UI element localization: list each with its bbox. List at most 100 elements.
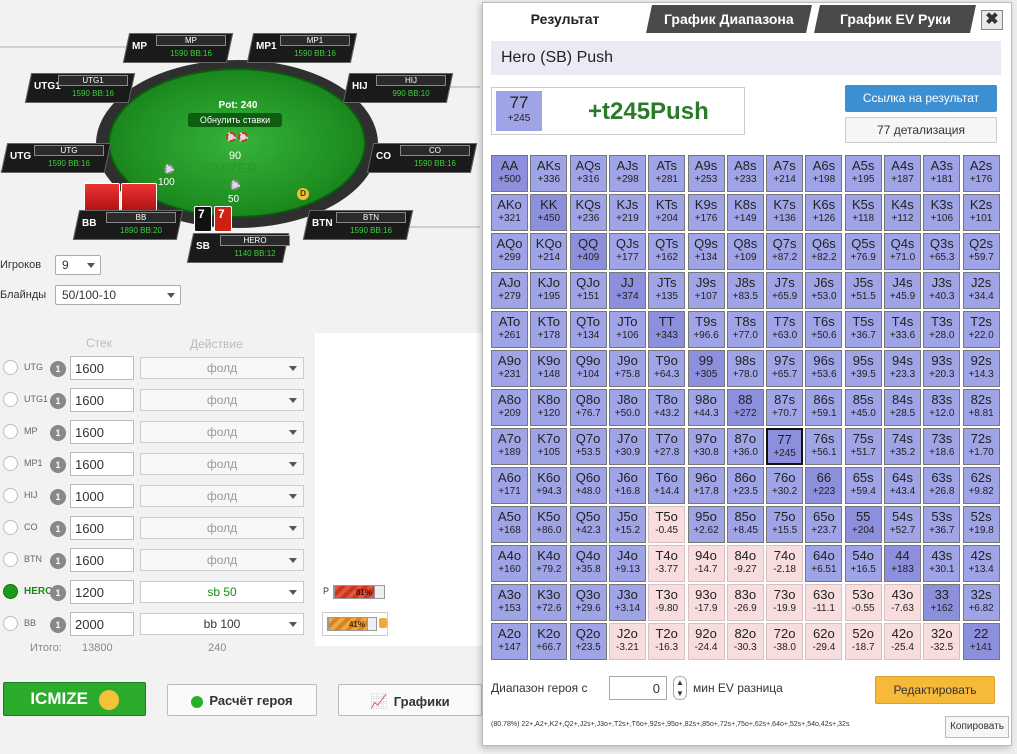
range-cell[interactable]: J8o +50.0 — [608, 389, 646, 426]
range-cell[interactable]: J7s +65.9 — [766, 272, 804, 309]
range-cell[interactable]: 93s +20.3 — [923, 350, 961, 387]
range-cell[interactable]: TT +343 — [648, 311, 686, 348]
range-cell[interactable]: 64s +43.4 — [884, 467, 921, 504]
range-cell[interactable]: K7s +136 — [766, 194, 804, 231]
range-cell[interactable]: T9s +96.6 — [687, 311, 725, 348]
range-cell[interactable]: J4o +9.13 — [608, 545, 646, 582]
range-cell[interactable]: J4s +45.9 — [884, 272, 921, 309]
range-cell[interactable]: 53o -0.55 — [844, 584, 882, 621]
seat-count-badge[interactable]: 1 — [50, 617, 66, 633]
range-cell[interactable]: A4o +160 — [491, 545, 528, 582]
seat-count-badge[interactable]: 1 — [50, 361, 66, 377]
range-cell[interactable]: A3s +181 — [923, 155, 961, 192]
range-cell[interactable]: K8s +149 — [726, 194, 764, 231]
range-cell[interactable]: Q9o +104 — [569, 350, 607, 387]
icmize-button[interactable]: ICMIZE — [3, 682, 146, 716]
range-cell[interactable]: A9o +231 — [491, 350, 528, 387]
range-cell[interactable]: AA +500 — [491, 155, 528, 192]
range-cell[interactable]: 73s +18.6 — [923, 428, 961, 465]
range-cell[interactable]: T5s +36.7 — [844, 311, 882, 348]
range-cell[interactable]: T4s +33.6 — [884, 311, 921, 348]
range-cell[interactable]: AQo +299 — [491, 233, 528, 270]
hero-radio[interactable] — [3, 584, 18, 599]
players-select[interactable]: 9 — [55, 255, 101, 275]
range-cell[interactable]: AQs +316 — [569, 155, 607, 192]
stack-input[interactable]: 1600 — [70, 516, 134, 540]
stack-input[interactable]: 1600 — [70, 452, 134, 476]
range-cell[interactable]: 85s +45.0 — [844, 389, 882, 426]
seat-hero[interactable]: SB HERO 1140 BB:12 — [186, 233, 290, 263]
range-cell[interactable]: Q9s +134 — [687, 233, 725, 270]
range-cell[interactable]: 74s +35.2 — [884, 428, 921, 465]
range-cell[interactable]: 77 +245 — [766, 428, 804, 465]
range-cell[interactable]: 43s +30.1 — [923, 545, 961, 582]
range-cell[interactable]: K7o +105 — [530, 428, 568, 465]
range-cell[interactable]: J5s +51.5 — [844, 272, 882, 309]
hero-radio[interactable] — [3, 520, 18, 535]
range-cell[interactable]: JTo +106 — [608, 311, 646, 348]
range-cell[interactable]: T7o +27.8 — [648, 428, 686, 465]
range-cell[interactable]: 64o +6.51 — [805, 545, 843, 582]
range-cell[interactable]: 53s +36.7 — [923, 506, 961, 543]
seat-co[interactable]: CO CO 1590 BB:16 — [366, 143, 478, 173]
action-select[interactable]: фолд — [140, 421, 304, 443]
stack-input[interactable]: 2000 — [70, 612, 134, 636]
range-cell[interactable]: 33 +162 — [923, 584, 961, 621]
range-cell[interactable]: 62s +9.82 — [962, 467, 1000, 504]
range-cell[interactable]: A4s +187 — [884, 155, 921, 192]
tab-range-graph[interactable]: График Диапазона — [646, 5, 812, 33]
range-cell[interactable]: K5o +86.0 — [530, 506, 568, 543]
range-cell[interactable]: 96o +17.8 — [687, 467, 725, 504]
range-cell[interactable]: 43o -7.63 — [884, 584, 921, 621]
seat-mp1[interactable]: MP1 MP1 1590 BB:16 — [246, 33, 358, 63]
range-cell[interactable]: A5s +195 — [844, 155, 882, 192]
range-cell[interactable]: T6o +14.4 — [648, 467, 686, 504]
range-cell[interactable]: QTs +162 — [648, 233, 686, 270]
range-cell[interactable]: 97s +65.7 — [766, 350, 804, 387]
seat-mp[interactable]: MP MP 1590 BB:16 — [122, 33, 234, 63]
range-cell[interactable]: 44 +183 — [884, 545, 921, 582]
range-cell[interactable]: 95o +2.62 — [687, 506, 725, 543]
seat-count-badge[interactable]: 1 — [50, 425, 66, 441]
range-cell[interactable]: Q5s +76.9 — [844, 233, 882, 270]
range-stepper[interactable]: ▲ ▼ — [673, 676, 687, 700]
range-cell[interactable]: J9s +107 — [687, 272, 725, 309]
seat-btn[interactable]: BTN BTN 1590 BB:16 — [302, 210, 414, 240]
range-cell[interactable]: Q3o +29.6 — [569, 584, 607, 621]
seat-count-badge[interactable]: 1 — [50, 393, 66, 409]
range-cell[interactable]: K9o +148 — [530, 350, 568, 387]
range-cell[interactable]: T7s +63.0 — [766, 311, 804, 348]
range-cell[interactable]: QJs +177 — [608, 233, 646, 270]
range-cell[interactable]: T3s +28.0 — [923, 311, 961, 348]
hero-radio[interactable] — [3, 392, 18, 407]
range-cell[interactable]: 82s +8.81 — [962, 389, 1000, 426]
range-cell[interactable]: AKs +336 — [530, 155, 568, 192]
range-cell[interactable]: 32o -32.5 — [923, 623, 961, 660]
range-cell[interactable]: 98s +78.0 — [726, 350, 764, 387]
range-cell[interactable]: 82o -30.3 — [726, 623, 764, 660]
range-cell[interactable]: Q4s +71.0 — [884, 233, 921, 270]
range-cell[interactable]: A6s +198 — [805, 155, 843, 192]
range-cell[interactable]: J3o +3.14 — [608, 584, 646, 621]
range-cell[interactable]: ATo +261 — [491, 311, 528, 348]
range-cell[interactable]: T5o -0.45 — [648, 506, 686, 543]
range-cell[interactable]: 73o -19.9 — [766, 584, 804, 621]
range-cell[interactable]: 94o -14.7 — [687, 545, 725, 582]
range-cell[interactable]: J6o +16.8 — [608, 467, 646, 504]
range-cell[interactable]: 75s +51.7 — [844, 428, 882, 465]
action-select[interactable]: фолд — [140, 549, 304, 571]
range-cell[interactable]: KJo +195 — [530, 272, 568, 309]
range-cell[interactable]: T2s +22.0 — [962, 311, 1000, 348]
range-cell[interactable]: K2o +66.7 — [530, 623, 568, 660]
range-cell[interactable]: 84o -9.27 — [726, 545, 764, 582]
range-cell[interactable]: 97o +30.8 — [687, 428, 725, 465]
range-cell[interactable]: 72s +1.70 — [962, 428, 1000, 465]
range-cell[interactable]: J2s +34.4 — [962, 272, 1000, 309]
range-cell[interactable]: J5o +15.2 — [608, 506, 646, 543]
range-cell[interactable]: J8s +83.5 — [726, 272, 764, 309]
range-cell[interactable]: KQo +214 — [530, 233, 568, 270]
range-cell[interactable]: Q4o +35.8 — [569, 545, 607, 582]
range-cell[interactable]: 92s +14.3 — [962, 350, 1000, 387]
range-cell[interactable]: AJo +279 — [491, 272, 528, 309]
range-cell[interactable]: A5o +168 — [491, 506, 528, 543]
